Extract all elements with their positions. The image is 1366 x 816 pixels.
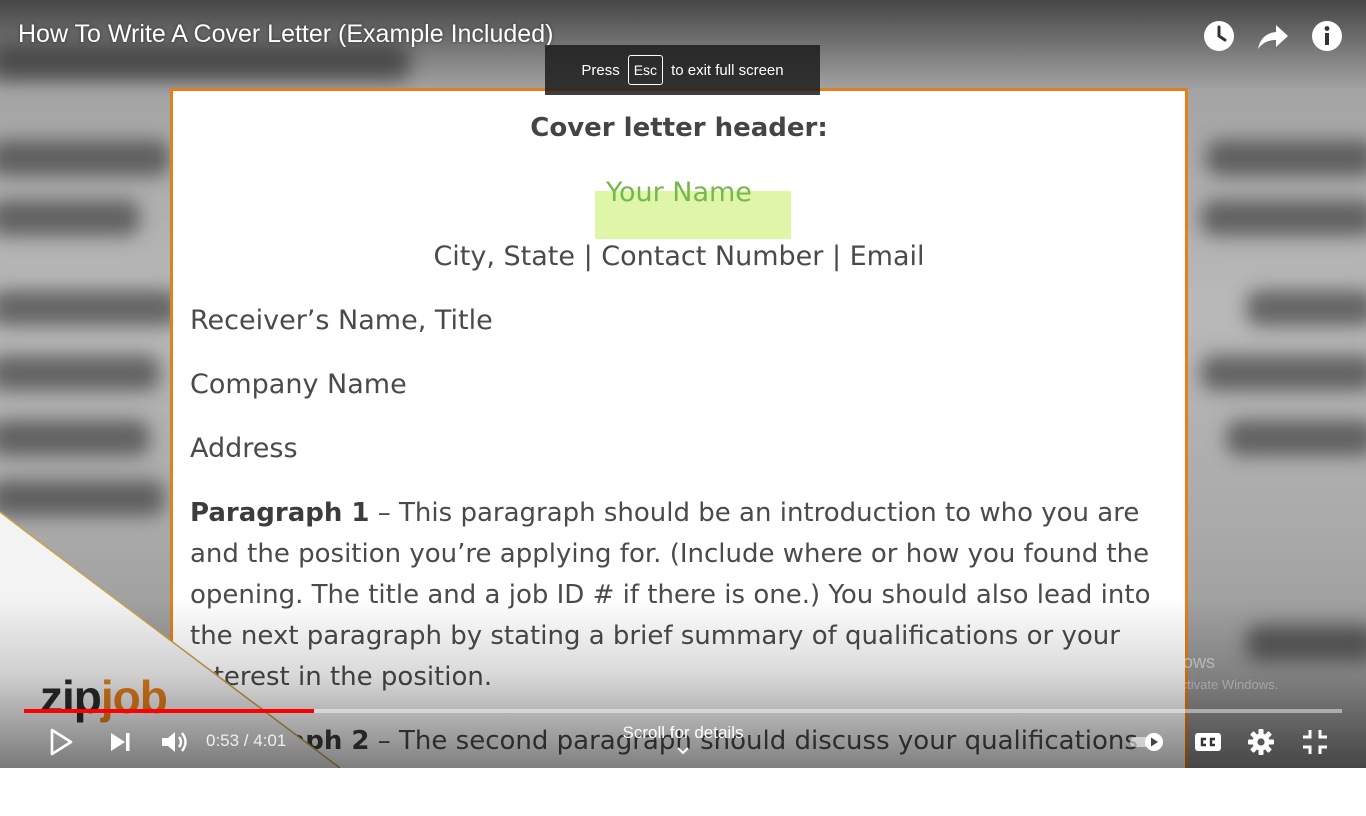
autoplay-toggle[interactable] [1128, 726, 1166, 758]
logo-zip: zip [40, 671, 102, 723]
receiver-text: Receiver’s Name, Title [190, 305, 493, 336]
blurred-text [0, 420, 150, 456]
blurred-text [1226, 420, 1366, 456]
contact-line-text: City, State | Contact Number | Email [433, 241, 925, 272]
exit-fullscreen-toast: Press Esc to exit full screen [545, 45, 820, 95]
progress-bar[interactable] [24, 709, 1342, 713]
blurred-text [0, 355, 160, 391]
your-name-text: Your Name [606, 177, 752, 208]
slide-header: Cover letter header: [530, 113, 828, 143]
toast-suffix: to exit full screen [671, 61, 784, 79]
blurred-text [1246, 290, 1366, 326]
play-icon[interactable] [44, 726, 76, 758]
blurred-text [0, 290, 180, 326]
progress-played [24, 709, 314, 713]
watch-later-icon[interactable] [1202, 19, 1236, 53]
toast-prefix: Press [581, 61, 620, 79]
company-text: Company Name [190, 369, 407, 400]
esc-key-badge: Esc [627, 55, 664, 85]
next-icon[interactable] [104, 726, 136, 758]
video-player[interactable]: Cover letter header: Your Name City, Sta… [0, 0, 1366, 768]
share-icon[interactable] [1256, 19, 1290, 53]
blurred-text [1201, 355, 1366, 391]
blurred-text [1206, 140, 1366, 176]
captions-icon[interactable] [1192, 726, 1224, 758]
video-title[interactable]: How To Write A Cover Letter (Example Inc… [18, 20, 553, 49]
blurred-text [0, 200, 140, 236]
info-icon[interactable] [1310, 19, 1344, 53]
windows-watermark-title: Activate Windows [1073, 652, 1216, 672]
blurred-text [1201, 200, 1366, 236]
blurred-text [1246, 625, 1366, 661]
logo-job: job [100, 671, 168, 723]
player-controls: 0:53 / 4:01 [0, 720, 1366, 764]
time-display: 0:53 / 4:01 [206, 731, 287, 750]
blurred-text [0, 140, 170, 176]
windows-watermark-subtitle: Go to Settings to activate Windows. [1073, 677, 1279, 692]
volume-icon[interactable] [158, 726, 190, 758]
exit-fullscreen-icon[interactable] [1299, 726, 1331, 758]
zipjob-logo: zipjob [40, 670, 168, 724]
address-text: Address [190, 433, 298, 464]
settings-icon[interactable] [1245, 726, 1277, 758]
